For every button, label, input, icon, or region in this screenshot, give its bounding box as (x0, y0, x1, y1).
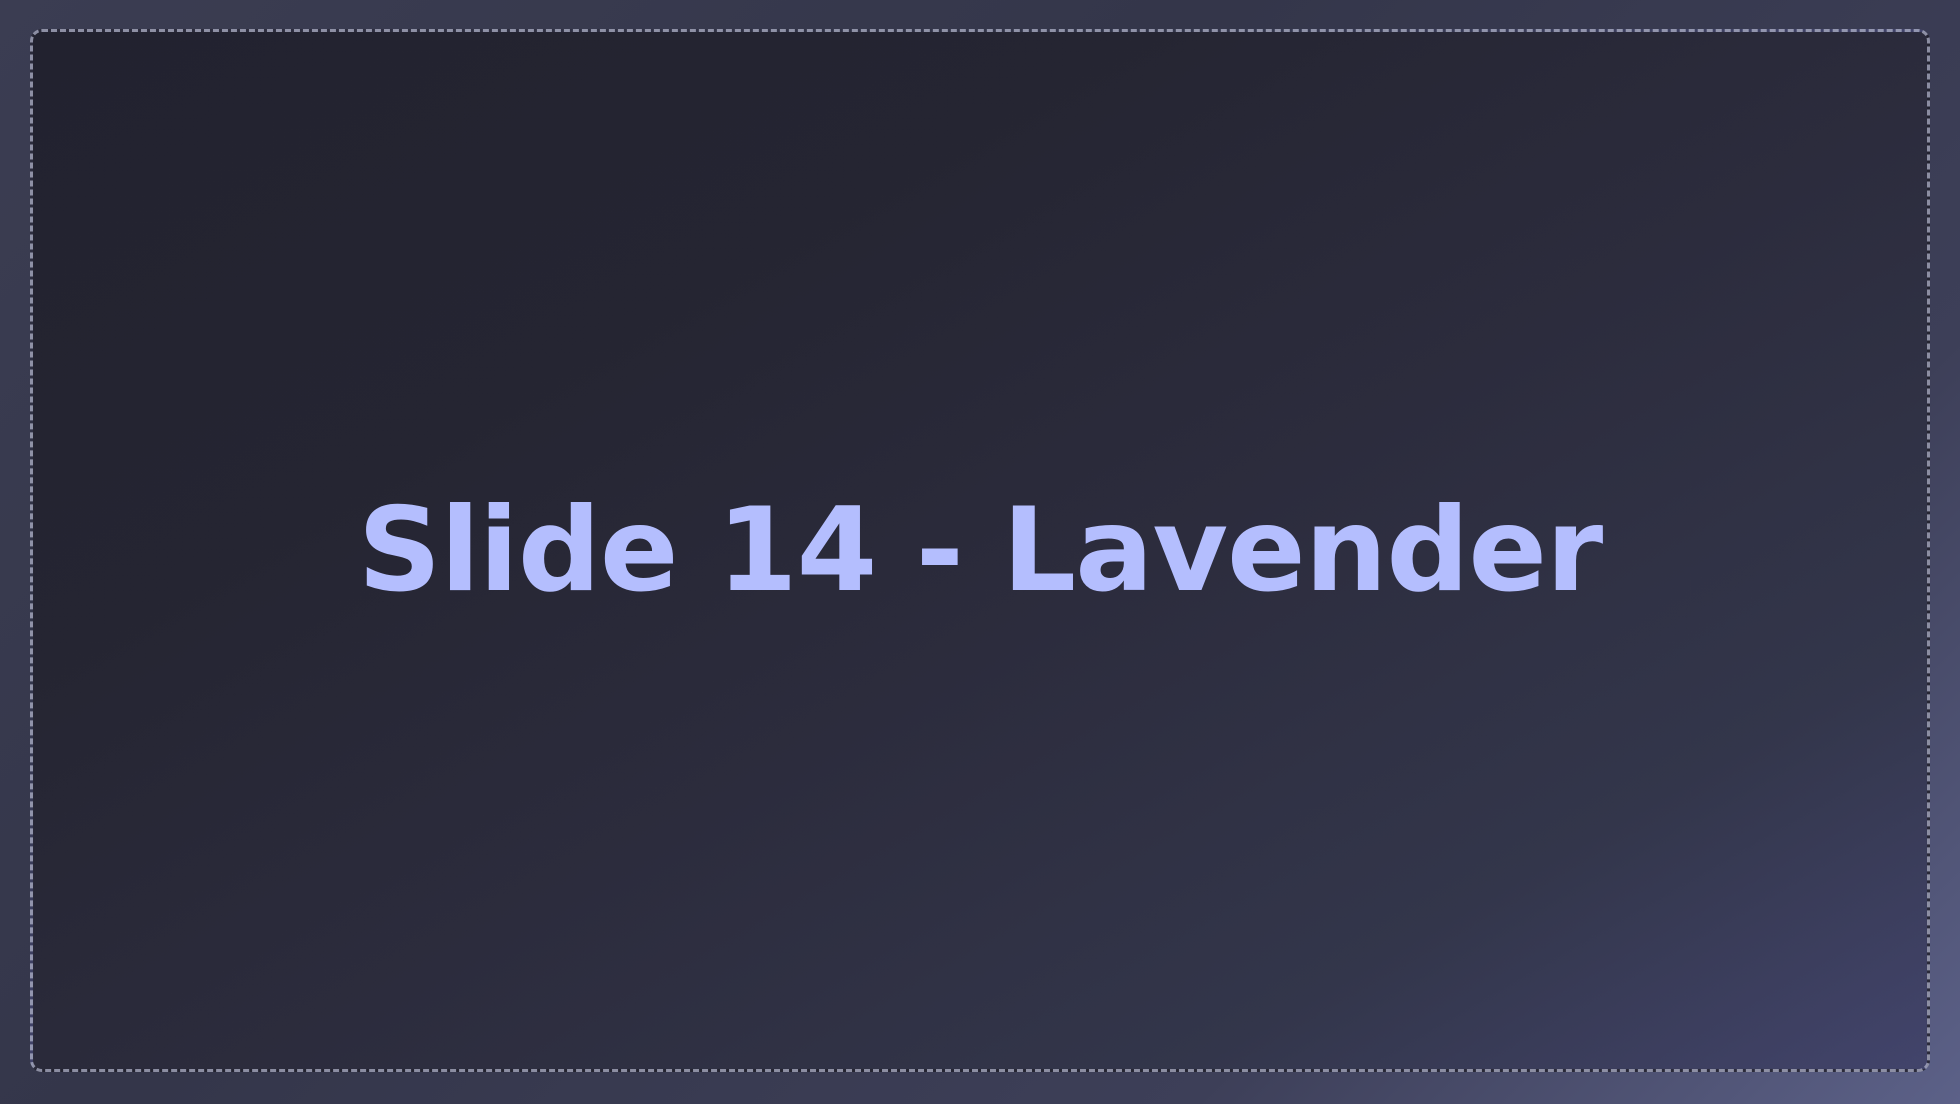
slide-title: Slide 14 - Lavender (357, 482, 1603, 618)
slide-canvas[interactable]: Slide 14 - Lavender (30, 29, 1930, 1072)
